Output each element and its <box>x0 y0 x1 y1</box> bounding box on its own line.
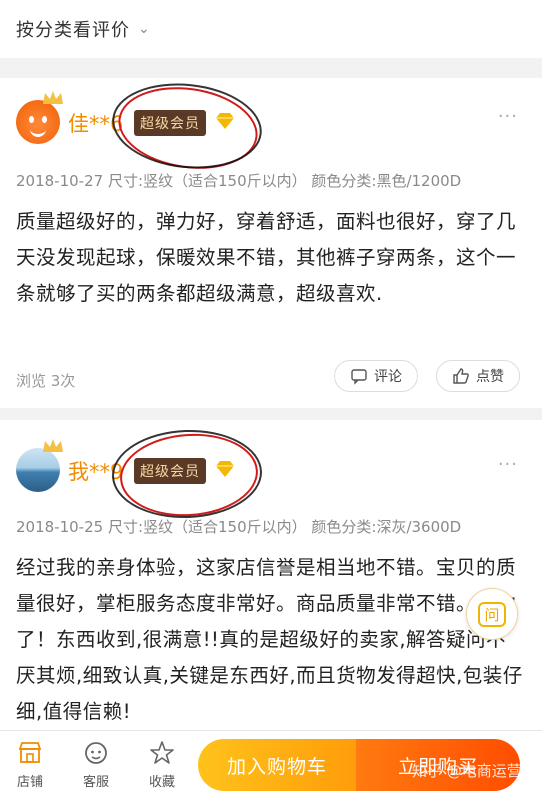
hand-drawn-circle <box>110 427 264 521</box>
review-card: 佳**6 超级会员 ··· 2018-10-27 尺寸:竖纹（适合150斤以内）… <box>0 76 542 408</box>
ask-label: 问 <box>478 601 506 627</box>
more-icon[interactable]: ··· <box>498 454 518 475</box>
thumbs-up-icon <box>453 368 469 384</box>
like-label: 点赞 <box>476 369 504 385</box>
chevron-down-icon[interactable]: ⌄ <box>138 21 150 37</box>
review-card: 我**9 超级会员 ··· 2018-10-25 尺寸:竖纹（适合150斤以内）… <box>0 420 542 730</box>
service-label: 客服 <box>82 775 109 790</box>
like-button[interactable]: 点赞 <box>436 360 520 392</box>
watermark: 知乎 @电商运营 <box>412 762 522 780</box>
add-to-cart-button[interactable]: 加入购物车 <box>198 739 356 791</box>
review-meta: 2018-10-27 尺寸:竖纹（适合150斤以内） 颜色分类:黑色/1200D <box>16 172 462 190</box>
crown-icon <box>42 438 64 454</box>
favorite-button[interactable]: 收藏 <box>134 739 190 790</box>
comment-button[interactable]: 评论 <box>334 360 418 392</box>
hand-drawn-circle <box>108 76 266 176</box>
avatar[interactable] <box>16 100 60 144</box>
service-icon <box>85 742 107 764</box>
ask-button[interactable]: 问 <box>466 588 518 640</box>
more-icon[interactable]: ··· <box>498 106 518 127</box>
review-text: 质量超级好的，弹力好，穿着舒适，面料也很好，穿了几天没发现起球，保暖效果不错，其… <box>16 210 517 305</box>
view-count: 浏览 3次 <box>16 372 76 390</box>
filter-title: 按分类看评价 <box>16 20 130 41</box>
review-text: 经过我的亲身体验，这家店信誉是相当地不错。宝贝的质量很好，掌柜服务态度非常好。商… <box>16 556 523 723</box>
favorite-label: 收藏 <box>148 775 175 790</box>
comment-icon <box>351 369 367 385</box>
avatar[interactable] <box>16 448 60 492</box>
crown-icon <box>42 90 64 106</box>
store-icon <box>18 742 42 763</box>
filter-header[interactable]: 按分类看评价 ⌄ <box>0 0 542 58</box>
review-meta: 2018-10-25 尺寸:竖纹（适合150斤以内） 颜色分类:深灰/3600D <box>16 518 462 536</box>
customer-service-button[interactable]: 客服 <box>68 739 124 790</box>
star-icon <box>150 741 174 764</box>
store-button[interactable]: 店铺 <box>2 739 58 790</box>
comment-label: 评论 <box>374 369 402 385</box>
store-label: 店铺 <box>16 775 43 790</box>
